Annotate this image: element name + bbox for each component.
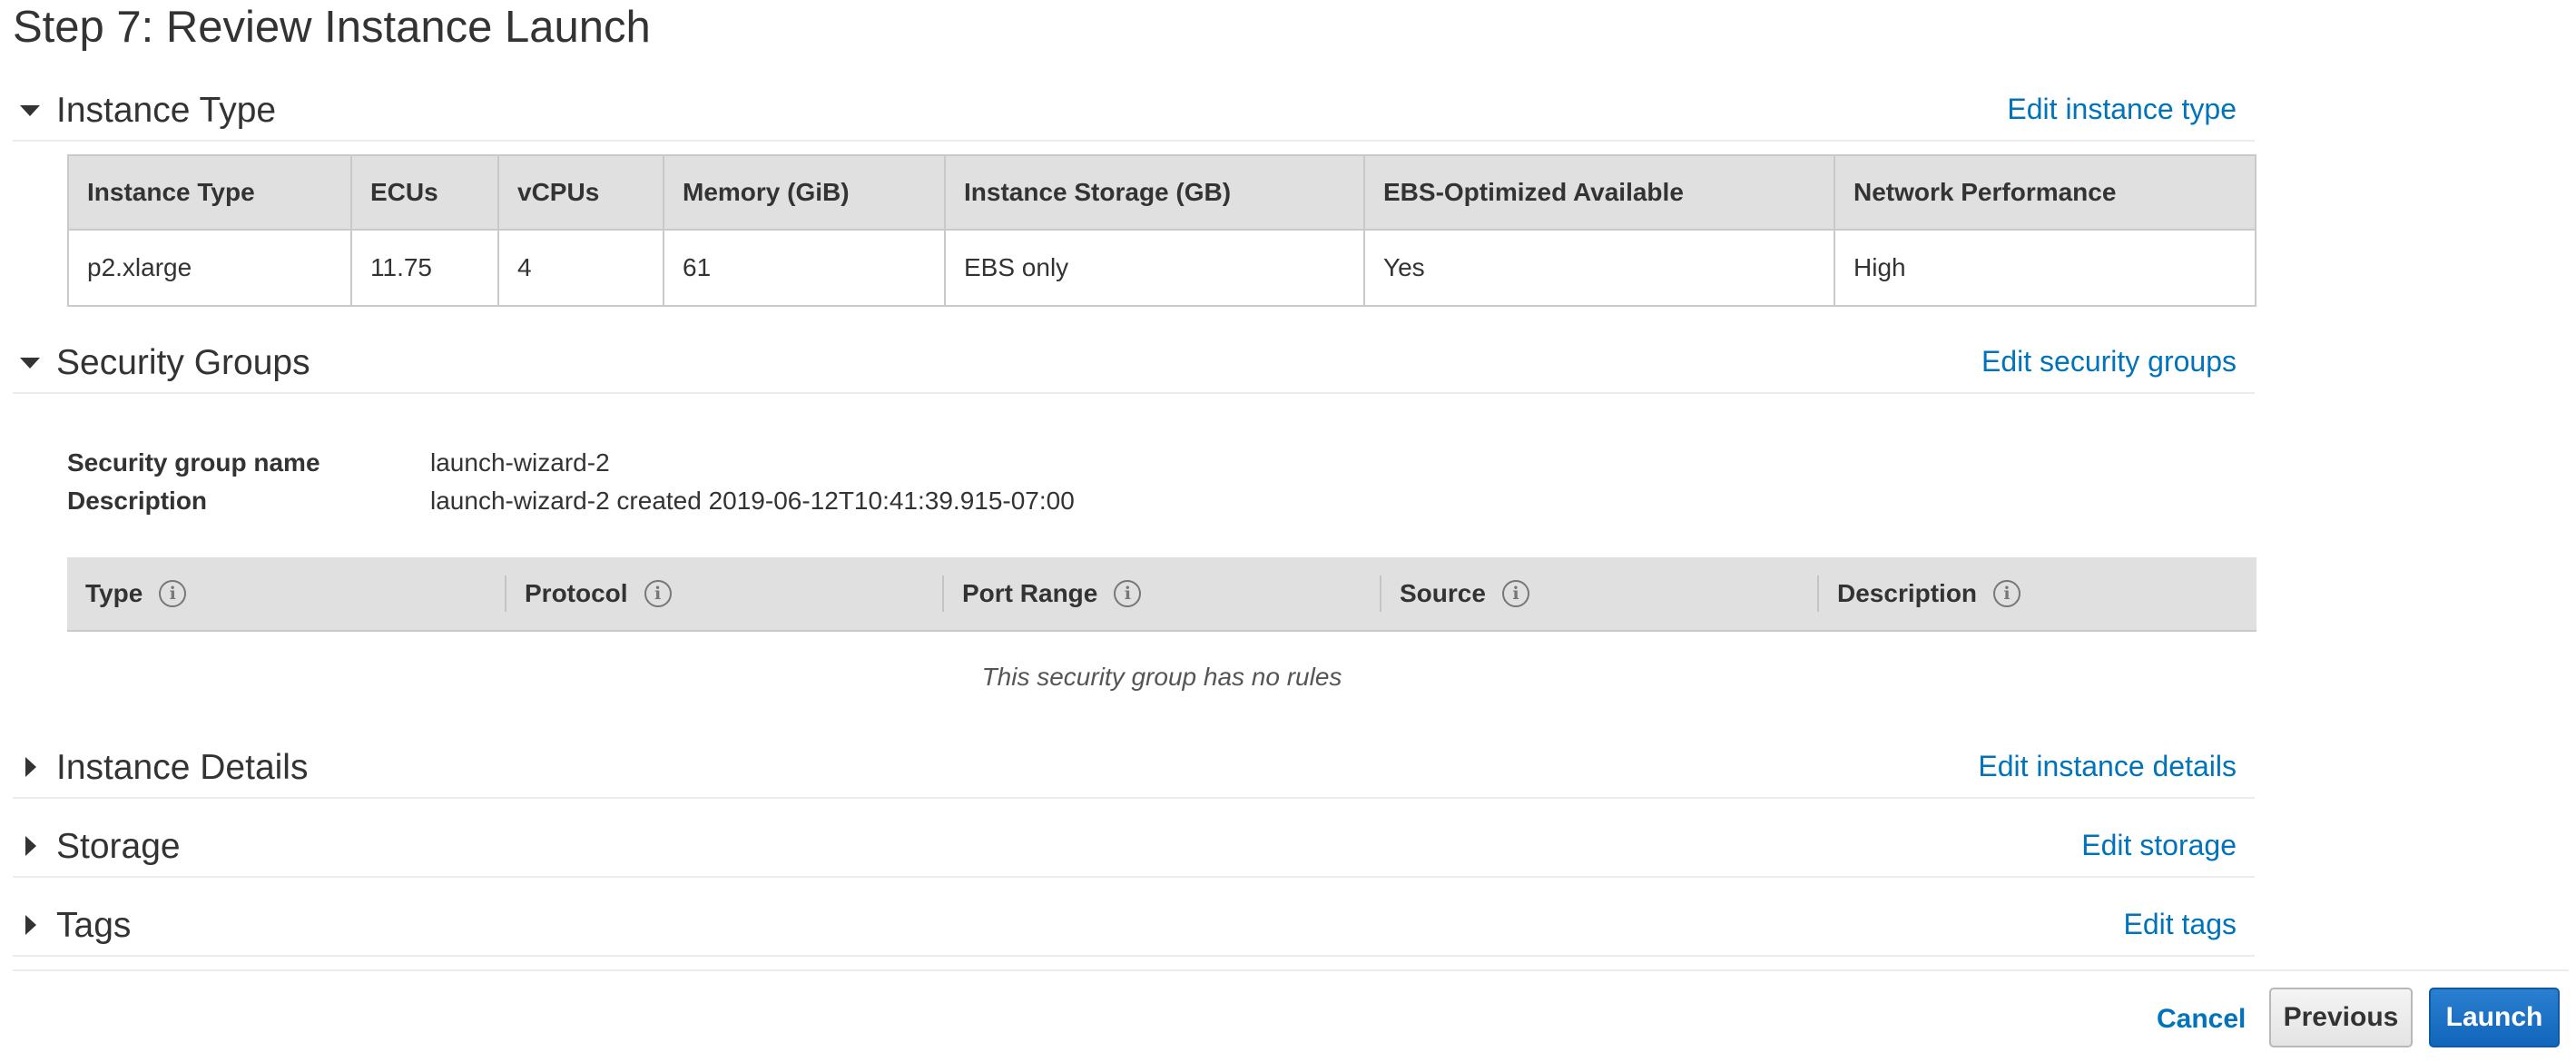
column-header: vCPUs: [498, 155, 664, 231]
table-cell: 4: [498, 230, 664, 306]
section-instance-details[interactable]: Instance Details Edit instance details: [13, 744, 2255, 799]
previous-button[interactable]: Previous: [2269, 988, 2413, 1047]
info-icon[interactable]: i: [644, 580, 672, 607]
cancel-button[interactable]: Cancel: [2157, 1004, 2246, 1035]
column-header-source: Source i: [1380, 557, 1529, 630]
table-cell: 61: [664, 230, 946, 306]
info-icon[interactable]: i: [159, 580, 187, 607]
section-title-storage: Storage: [56, 827, 181, 866]
caret-down-icon: [20, 105, 40, 116]
table-cell: EBS only: [945, 230, 1365, 306]
section-title-instance-details: Instance Details: [56, 748, 309, 787]
caret-right-icon: [25, 836, 36, 856]
table-cell: Yes: [1364, 230, 1835, 306]
security-rules-table-header: Type i Protocol i Port Range i Source i …: [67, 557, 2256, 632]
column-header-protocol: Protocol i: [505, 557, 672, 630]
table-cell: 11.75: [351, 230, 499, 306]
caret-right-icon: [25, 915, 36, 935]
caret-down-icon: [20, 358, 40, 369]
section-tags[interactable]: Tags Edit tags: [13, 902, 2255, 957]
table-cell: p2.xlarge: [68, 230, 352, 306]
table-header-row: Instance Type ECUs vCPUs Memory (GiB) In…: [68, 155, 2256, 231]
security-group-description-value: launch-wizard-2 created 2019-06-12T10:41…: [430, 487, 1075, 515]
column-header-port-range: Port Range i: [941, 557, 1142, 630]
caret-right-icon: [25, 757, 36, 777]
column-header: Instance Type: [68, 155, 352, 231]
column-header: ECUs: [351, 155, 499, 231]
security-group-name-label: Security group name: [67, 448, 320, 477]
table-cell: High: [1834, 230, 2256, 306]
security-group-name-value: launch-wizard-2: [430, 448, 610, 477]
info-icon[interactable]: i: [1993, 580, 2021, 607]
edit-instance-details-link[interactable]: Edit instance details: [1978, 750, 2237, 783]
info-icon[interactable]: i: [1501, 580, 1529, 607]
section-storage[interactable]: Storage Edit storage: [13, 823, 2255, 878]
column-header: Network Performance: [1834, 155, 2256, 231]
table-row: p2.xlarge 11.75 4 61 EBS only Yes High: [68, 230, 2256, 306]
section-security-groups[interactable]: Security Groups Edit security groups: [13, 339, 2255, 394]
review-launch-page: Step 7: Review Instance Launch Instance …: [0, 0, 2576, 1062]
security-group-description-label: Description: [67, 487, 208, 515]
column-header: Instance Storage (GB): [945, 155, 1365, 231]
column-header-description: Description i: [1816, 557, 2021, 630]
info-icon[interactable]: i: [1114, 580, 1142, 607]
column-header-label: Type: [85, 579, 143, 607]
column-header: Memory (GiB): [664, 155, 946, 231]
section-title-tags: Tags: [56, 906, 132, 945]
section-title-instance-type: Instance Type: [56, 91, 277, 130]
section-instance-type[interactable]: Instance Type Edit instance type: [13, 87, 2255, 142]
footer-divider: [13, 969, 2569, 971]
edit-storage-link[interactable]: Edit storage: [2081, 829, 2237, 862]
column-header-label: Description: [1837, 579, 1978, 607]
edit-tags-link[interactable]: Edit tags: [2123, 908, 2237, 941]
edit-security-groups-link[interactable]: Edit security groups: [1981, 345, 2237, 379]
column-header-type: Type i: [85, 557, 187, 630]
launch-button[interactable]: Launch: [2429, 988, 2560, 1047]
page-title: Step 7: Review Instance Launch: [13, 3, 651, 52]
edit-instance-type-link[interactable]: Edit instance type: [2007, 93, 2237, 126]
section-title-security-groups: Security Groups: [56, 343, 310, 382]
no-rules-message: This security group has no rules: [981, 663, 1342, 691]
column-header: EBS-Optimized Available: [1364, 155, 1835, 231]
column-header-label: Source: [1400, 579, 1486, 607]
column-header-label: Protocol: [525, 579, 628, 607]
instance-type-table: Instance Type ECUs vCPUs Memory (GiB) In…: [67, 154, 2256, 307]
column-header-label: Port Range: [962, 579, 1098, 607]
